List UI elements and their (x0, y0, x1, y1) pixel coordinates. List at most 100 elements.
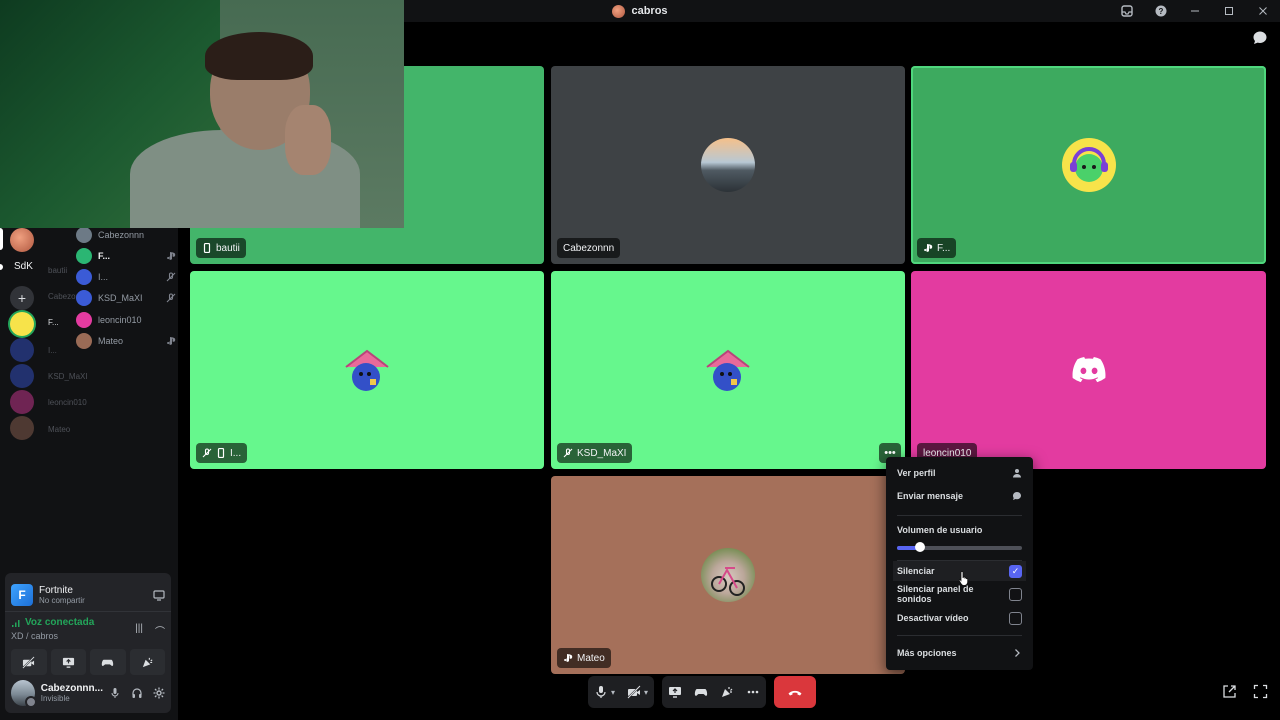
server-label[interactable]: SdK (14, 261, 33, 272)
inbox-icon[interactable] (1110, 0, 1144, 22)
server-avatar[interactable] (10, 312, 34, 336)
webcam-overlay (0, 0, 404, 228)
server-avatar[interactable] (10, 338, 34, 362)
playstation-icon (167, 337, 176, 345)
divider (897, 515, 1022, 516)
sidebar: SdK + bautii Cabezonnn F... I... KSD_MaX… (0, 225, 178, 720)
video-tile-cabezonnn[interactable]: Cabezonnn (551, 66, 905, 264)
voice-user[interactable]: leoncin010 (76, 310, 176, 330)
call-controls: ▾ ▾ (588, 676, 817, 708)
microphone-icon[interactable] (109, 687, 121, 699)
activity-panel: F Fortnite No compartir Voz conectada XD… (5, 573, 171, 713)
mute-checkbox[interactable]: ✓ (1009, 564, 1022, 578)
server-avatar[interactable] (10, 228, 34, 252)
hang-up-icon (788, 690, 802, 696)
chevron-right-icon (1015, 649, 1020, 657)
camera-off-button[interactable] (11, 649, 47, 675)
maximize-icon[interactable] (1212, 0, 1246, 22)
help-icon[interactable]: ? (1144, 0, 1178, 22)
avatar (76, 269, 92, 285)
end-call-button[interactable] (774, 676, 817, 708)
microphone-icon (596, 686, 606, 698)
unread-pill (0, 264, 3, 270)
nameplate: bautii (196, 238, 246, 258)
game-activity: F Fortnite No compartir (11, 581, 165, 609)
voice-status-text[interactable]: Voz conectada (25, 617, 94, 628)
ghost-name: leoncin010 (48, 398, 87, 407)
server-list: SdK + bautii Cabezonnn F... I... KSD_MaX… (0, 228, 89, 458)
voice-user[interactable]: Cabezonnn (76, 225, 176, 245)
ghost-name: I... (48, 346, 57, 355)
ghost-name: Mateo (48, 425, 71, 434)
activity-buttons (11, 649, 165, 675)
soundboard-button[interactable] (129, 649, 165, 675)
screen-share-icon (62, 657, 74, 668)
ghost-name: KSD_MaXI (48, 372, 88, 381)
voice-user[interactable]: Mateo (76, 331, 176, 351)
fullscreen-icon[interactable] (1253, 684, 1268, 699)
gear-icon[interactable] (153, 687, 165, 699)
participant-name: bautii (216, 242, 240, 254)
window-controls: ? (1110, 0, 1280, 22)
close-icon[interactable] (1246, 0, 1280, 22)
gamepad-icon[interactable] (694, 685, 708, 699)
menu-mute-soundboard[interactable]: Silenciar panel de sonidos (897, 584, 1022, 604)
slider-knob[interactable] (914, 542, 925, 552)
ghost-name: F... (48, 318, 59, 327)
avatar (701, 343, 755, 397)
divider (5, 611, 171, 612)
chevron-down-icon[interactable]: ▾ (611, 688, 615, 697)
noise-suppression-icon[interactable]: ||| (135, 623, 143, 638)
screen-share-icon[interactable] (668, 685, 682, 699)
participant-name: KSD_MaXI (577, 447, 627, 459)
minimize-icon[interactable] (1178, 0, 1212, 22)
menu-view-profile[interactable]: Ver perfil (897, 464, 1022, 482)
avatar[interactable] (11, 680, 37, 708)
video-tile-mateo[interactable]: Mateo (551, 476, 905, 674)
hand-cursor-icon (958, 571, 969, 586)
view-controls (1222, 684, 1268, 699)
channel-avatar (612, 4, 626, 18)
avatar-house-icon (706, 349, 750, 391)
voice-user-name: I... (98, 272, 109, 282)
menu-more-options[interactable]: Más opciones (897, 644, 1022, 662)
stream-icon[interactable] (153, 589, 165, 601)
video-tile-leoncin010[interactable]: leoncin010 (911, 271, 1266, 469)
screen-share-button[interactable] (50, 649, 86, 675)
menu-disable-video[interactable]: Desactivar vídeo (897, 609, 1022, 627)
server-avatar[interactable] (10, 416, 34, 440)
video-tile-ksd-maxi[interactable]: KSD_MaXI ••• (551, 271, 905, 469)
username[interactable]: Cabezonnn... (41, 683, 103, 694)
menu-send-message[interactable]: Enviar mensaje (897, 487, 1022, 505)
headphones-icon[interactable] (131, 687, 143, 699)
voice-user[interactable]: F... (76, 246, 176, 266)
disable-video-checkbox[interactable] (1009, 611, 1022, 625)
video-tile-i[interactable]: I... (190, 271, 544, 469)
avatar (76, 290, 92, 306)
chevron-down-icon[interactable]: ▾ (644, 688, 648, 697)
server-avatar[interactable] (10, 390, 34, 414)
server-avatar[interactable] (10, 364, 34, 388)
audio-video-group: ▾ ▾ (588, 676, 655, 708)
mute-soundboard-checkbox[interactable] (1009, 587, 1022, 601)
camera-button[interactable]: ▾ (627, 685, 648, 699)
user-icon (1013, 469, 1021, 478)
more-icon[interactable] (746, 685, 760, 699)
selected-pill (0, 228, 3, 250)
nameplate: I... (196, 443, 248, 463)
activities-button[interactable] (90, 649, 126, 675)
nameplate: Cabezonnn (557, 238, 621, 258)
soundboard-icon (142, 657, 153, 667)
voice-user[interactable]: KSD_MaXI (76, 288, 176, 308)
nameplate: KSD_MaXI (557, 443, 633, 463)
user-volume-slider[interactable] (897, 542, 1022, 552)
disconnect-icon[interactable]: ⌒ (155, 623, 165, 638)
add-server-icon[interactable]: + (10, 286, 34, 310)
voice-user[interactable]: I... (76, 267, 176, 287)
chat-bubble-icon[interactable] (1252, 30, 1268, 46)
video-tile-f[interactable]: F... (911, 66, 1266, 264)
microphone-button[interactable]: ▾ (594, 685, 615, 699)
avatar-character-icon (1069, 147, 1108, 182)
soundboard-icon[interactable] (720, 685, 734, 699)
pop-out-icon[interactable] (1222, 684, 1237, 699)
